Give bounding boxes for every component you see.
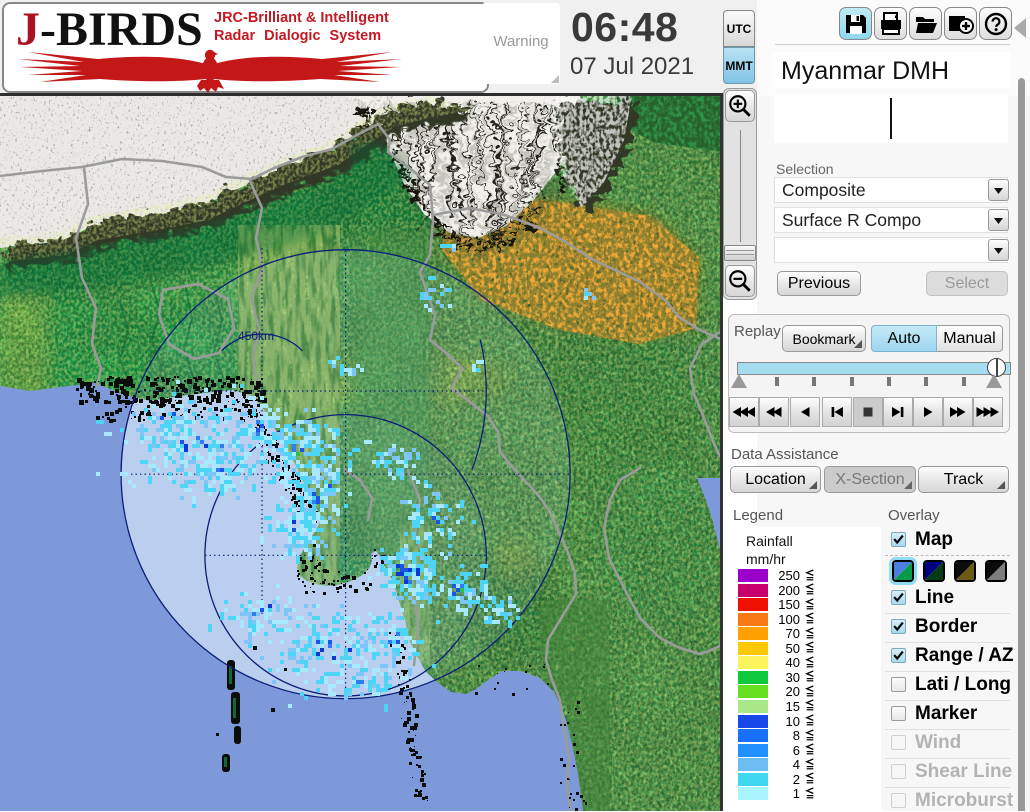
svg-text:450km: 450km	[238, 329, 274, 343]
